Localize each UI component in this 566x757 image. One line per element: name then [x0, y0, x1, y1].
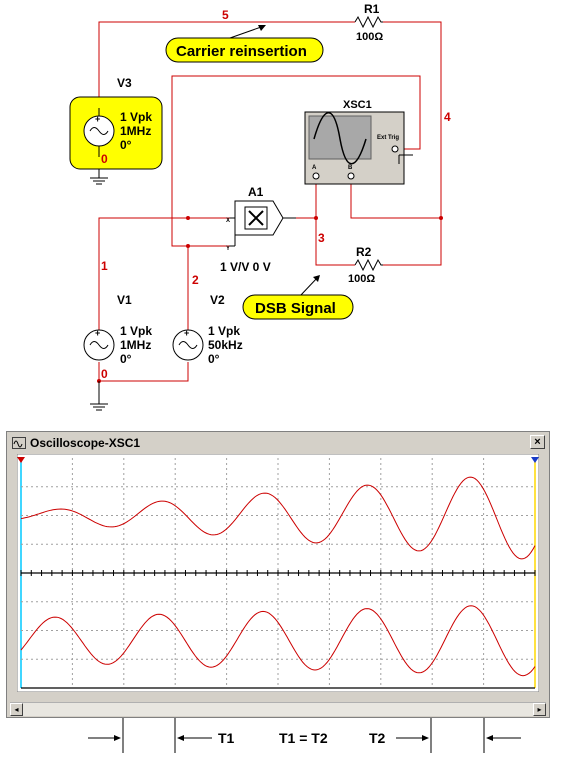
- node-0-bottom: 0: [101, 367, 108, 381]
- dsb-signal-label: DSB Signal: [255, 300, 336, 317]
- junction-dot: [439, 216, 443, 220]
- v3-name: V3: [117, 76, 132, 90]
- carrier-reinsertion-label: Carrier reinsertion: [176, 43, 307, 60]
- wire-node0: [98, 362, 189, 382]
- v2-frequency: 50kHz: [208, 338, 243, 352]
- oscilloscope-window: Oscilloscope-XSC1 × ◂ ▸: [6, 431, 550, 718]
- wire-node1: [98, 217, 230, 330]
- v3-phase: 0°: [120, 138, 132, 152]
- r2-value: 100Ω: [348, 273, 375, 285]
- node-5: 5: [222, 8, 229, 22]
- t1-label: T1: [218, 730, 235, 746]
- close-button[interactable]: ×: [530, 435, 545, 449]
- wire-node5: [98, 21, 355, 108]
- scroll-right-icon[interactable]: ▸: [533, 703, 546, 716]
- svg-text:+: +: [95, 328, 100, 338]
- scope-app-icon: [12, 437, 26, 449]
- callout-dsb-signal: DSB Signal: [242, 275, 354, 320]
- circuit-schematic: R1 100Ω R2 100Ω + V3 1 Vpk 1MHz 0° + V1 …: [69, 2, 451, 411]
- xsc-channel-b: B: [348, 165, 353, 171]
- v1-frequency: 1MHz: [120, 338, 151, 352]
- junction-dot: [314, 216, 318, 220]
- node-1: 1: [101, 259, 108, 273]
- a1-input-y: Y: [226, 246, 230, 252]
- v3-amplitude: 1 Vpk: [120, 110, 152, 124]
- scope-screen: [17, 454, 539, 692]
- xsc-name: XSC1: [343, 99, 372, 111]
- v1-phase: 0°: [120, 352, 132, 366]
- t2-label: T2: [369, 730, 386, 746]
- r1-value: 100Ω: [356, 31, 383, 43]
- scope-titlebar[interactable]: Oscilloscope-XSC1 ×: [9, 434, 547, 452]
- v1-name: V1: [117, 293, 132, 307]
- v2-amplitude: 1 Vpk: [208, 324, 240, 338]
- junction-dot: [186, 244, 190, 248]
- resistor-r1: R1 100Ω: [354, 2, 383, 43]
- ground-icon: [90, 381, 108, 411]
- a1-gain: 1 V/V 0 V: [220, 260, 271, 274]
- node-0-top: 0: [101, 152, 108, 166]
- multiplier-a1: X Y A1 1 V/V 0 V: [220, 185, 296, 274]
- source-v2: + V2 1 Vpk 50kHz 0°: [172, 293, 243, 366]
- v3-frequency: 1MHz: [120, 124, 151, 138]
- svg-text:+: +: [184, 328, 189, 338]
- a1-name: A1: [248, 185, 264, 199]
- node-4: 4: [444, 110, 451, 124]
- wire-node4-r2: [383, 218, 442, 266]
- v2-name: V2: [210, 293, 225, 307]
- scroll-left-icon[interactable]: ◂: [10, 703, 23, 716]
- t1-equals-t2-label: T1 = T2: [279, 730, 328, 746]
- scope-block-xsc1: XSC1 Ext Trig A B: [304, 99, 413, 185]
- source-v3: + V3 1 Vpk 1MHz 0°: [69, 76, 163, 170]
- xsc-channel-a: A: [312, 165, 317, 171]
- junction-dot: [186, 216, 190, 220]
- source-v1: + V1 1 Vpk 1MHz 0°: [83, 293, 152, 366]
- scope-title: Oscilloscope-XSC1: [30, 436, 141, 450]
- horizontal-scrollbar[interactable]: ◂ ▸: [10, 702, 546, 716]
- node-labels: 5 4 3 2 1 0 0: [101, 8, 451, 381]
- a1-input-x: X: [226, 218, 230, 224]
- callout-carrier-reinsertion: Carrier reinsertion: [165, 25, 324, 63]
- v2-phase: 0°: [208, 352, 220, 366]
- wire-scope-b: [350, 180, 441, 219]
- v1-amplitude: 1 Vpk: [120, 324, 152, 338]
- node-3: 3: [318, 231, 325, 245]
- node-2: 2: [192, 273, 199, 287]
- wire-node3: [296, 217, 355, 266]
- r1-name: R1: [364, 2, 380, 16]
- xsc-ext-trig: Ext Trig: [377, 135, 399, 141]
- r2-name: R2: [356, 245, 372, 259]
- period-annotations: T1 T1 = T2 T2: [88, 718, 521, 753]
